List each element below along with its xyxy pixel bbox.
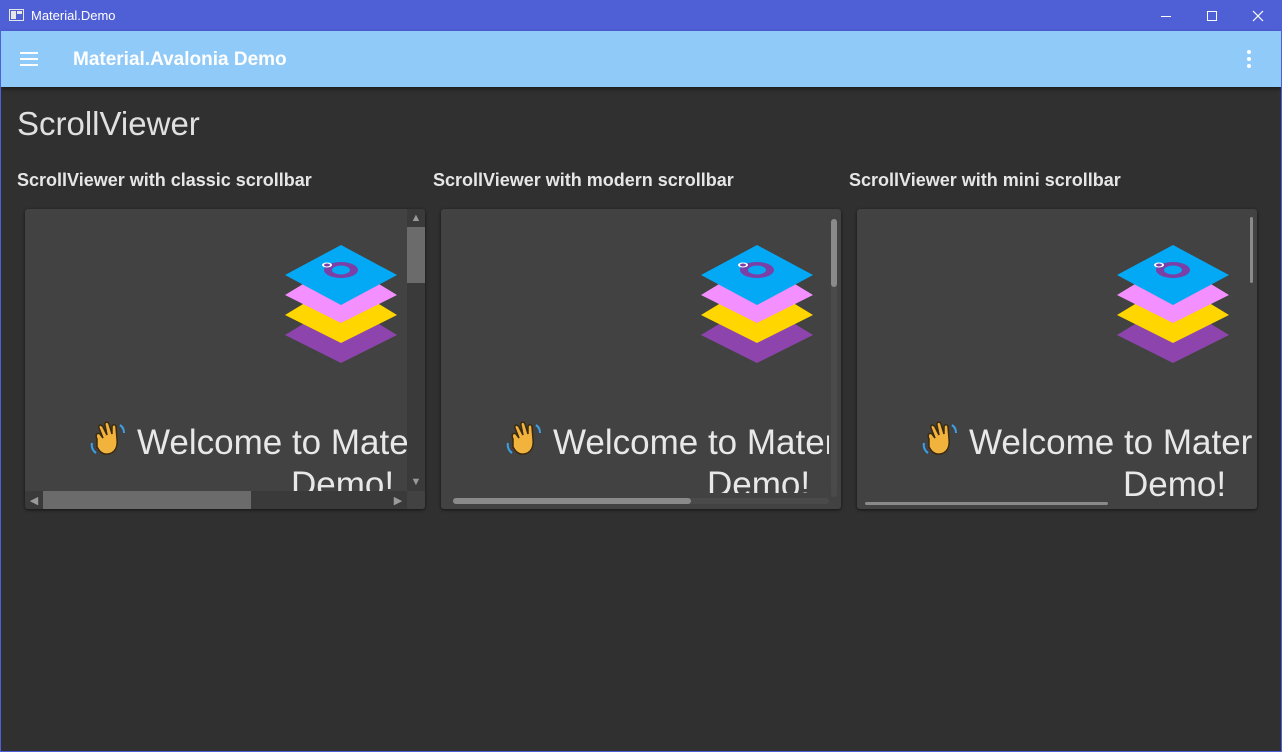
close-button[interactable] [1235,1,1281,31]
vertical-scroll-thumb[interactable] [831,219,837,287]
section-label-classic: ScrollViewer with classic scrollbar [17,170,312,190]
vertical-scrollbar[interactable]: ▲ ▼ [407,209,425,491]
welcome-line-1: Welcome to Materi [969,423,1253,462]
welcome-text: Welcome to Mater Demo! [89,419,409,493]
hamburger-menu-button[interactable] [15,45,43,73]
waving-hand-icon [506,421,541,455]
scroll-content: Welcome to Mater Demo! [25,209,409,493]
welcome-line-2: Demo! [707,465,811,493]
scroll-right-arrow-icon[interactable]: ▶ [389,491,407,509]
horizontal-scrollbar[interactable]: ◀ ▶ [25,491,407,509]
scrollbar-corner [407,491,425,509]
maximize-icon [1207,11,1217,21]
app-bar: Material.Avalonia Demo [1,31,1281,87]
hamburger-menu-icon [20,52,38,54]
material-avalonia-logo-icon [285,245,397,363]
horizontal-scroll-thumb[interactable] [43,491,251,509]
vertical-scroll-thumb[interactable] [407,227,425,283]
welcome-text: Welcome to Materi Demo! [505,419,829,493]
close-icon [1252,10,1264,22]
scrollviewer-mini[interactable]: Welcome to Materi Demo! [857,209,1257,509]
waving-hand-icon [90,421,125,455]
minimize-icon [1161,15,1171,17]
scroll-left-arrow-icon[interactable]: ◀ [25,491,43,509]
app-window-icon [9,9,24,21]
horizontal-scroll-thumb[interactable] [453,498,691,504]
more-vertical-icon [1247,50,1251,54]
material-avalonia-logo-icon [701,245,813,363]
window-title: Material.Demo [31,8,116,23]
waving-hand-icon [922,421,957,455]
scroll-down-arrow-icon[interactable]: ▼ [407,473,425,491]
welcome-line-2: Demo! [291,465,395,493]
scroll-up-arrow-icon[interactable]: ▲ [407,209,425,227]
app-window: Material.Demo Material.Avalonia Demo Scr… [0,0,1282,752]
section-label-modern: ScrollViewer with modern scrollbar [433,170,734,190]
scroll-content: Welcome to Materi Demo! [857,209,1253,501]
scroll-content: Welcome to Materi Demo! [441,209,829,493]
scrollviewer-modern[interactable]: Welcome to Materi Demo! [441,209,841,509]
horizontal-scroll-thumb[interactable] [865,502,1108,505]
vertical-scroll-thumb[interactable] [1250,217,1253,283]
welcome-line-1: Welcome to Mater [137,423,409,462]
section-label-mini: ScrollViewer with mini scrollbar [849,170,1121,190]
app-title: Material.Avalonia Demo [73,49,287,70]
minimize-button[interactable] [1143,1,1189,31]
welcome-line-2: Demo! [1123,465,1227,501]
more-options-button[interactable] [1237,45,1261,73]
scrollviewer-classic[interactable]: Welcome to Mater Demo! ▲ ▼ ◀ ▶ [25,209,425,509]
welcome-line-1: Welcome to Materi [553,423,829,462]
welcome-text: Welcome to Materi Demo! [921,419,1253,501]
page-title: ScrollViewer [17,105,200,142]
window-titlebar[interactable]: Material.Demo [1,1,1281,31]
material-avalonia-logo-icon [1117,245,1229,363]
maximize-button[interactable] [1189,1,1235,31]
